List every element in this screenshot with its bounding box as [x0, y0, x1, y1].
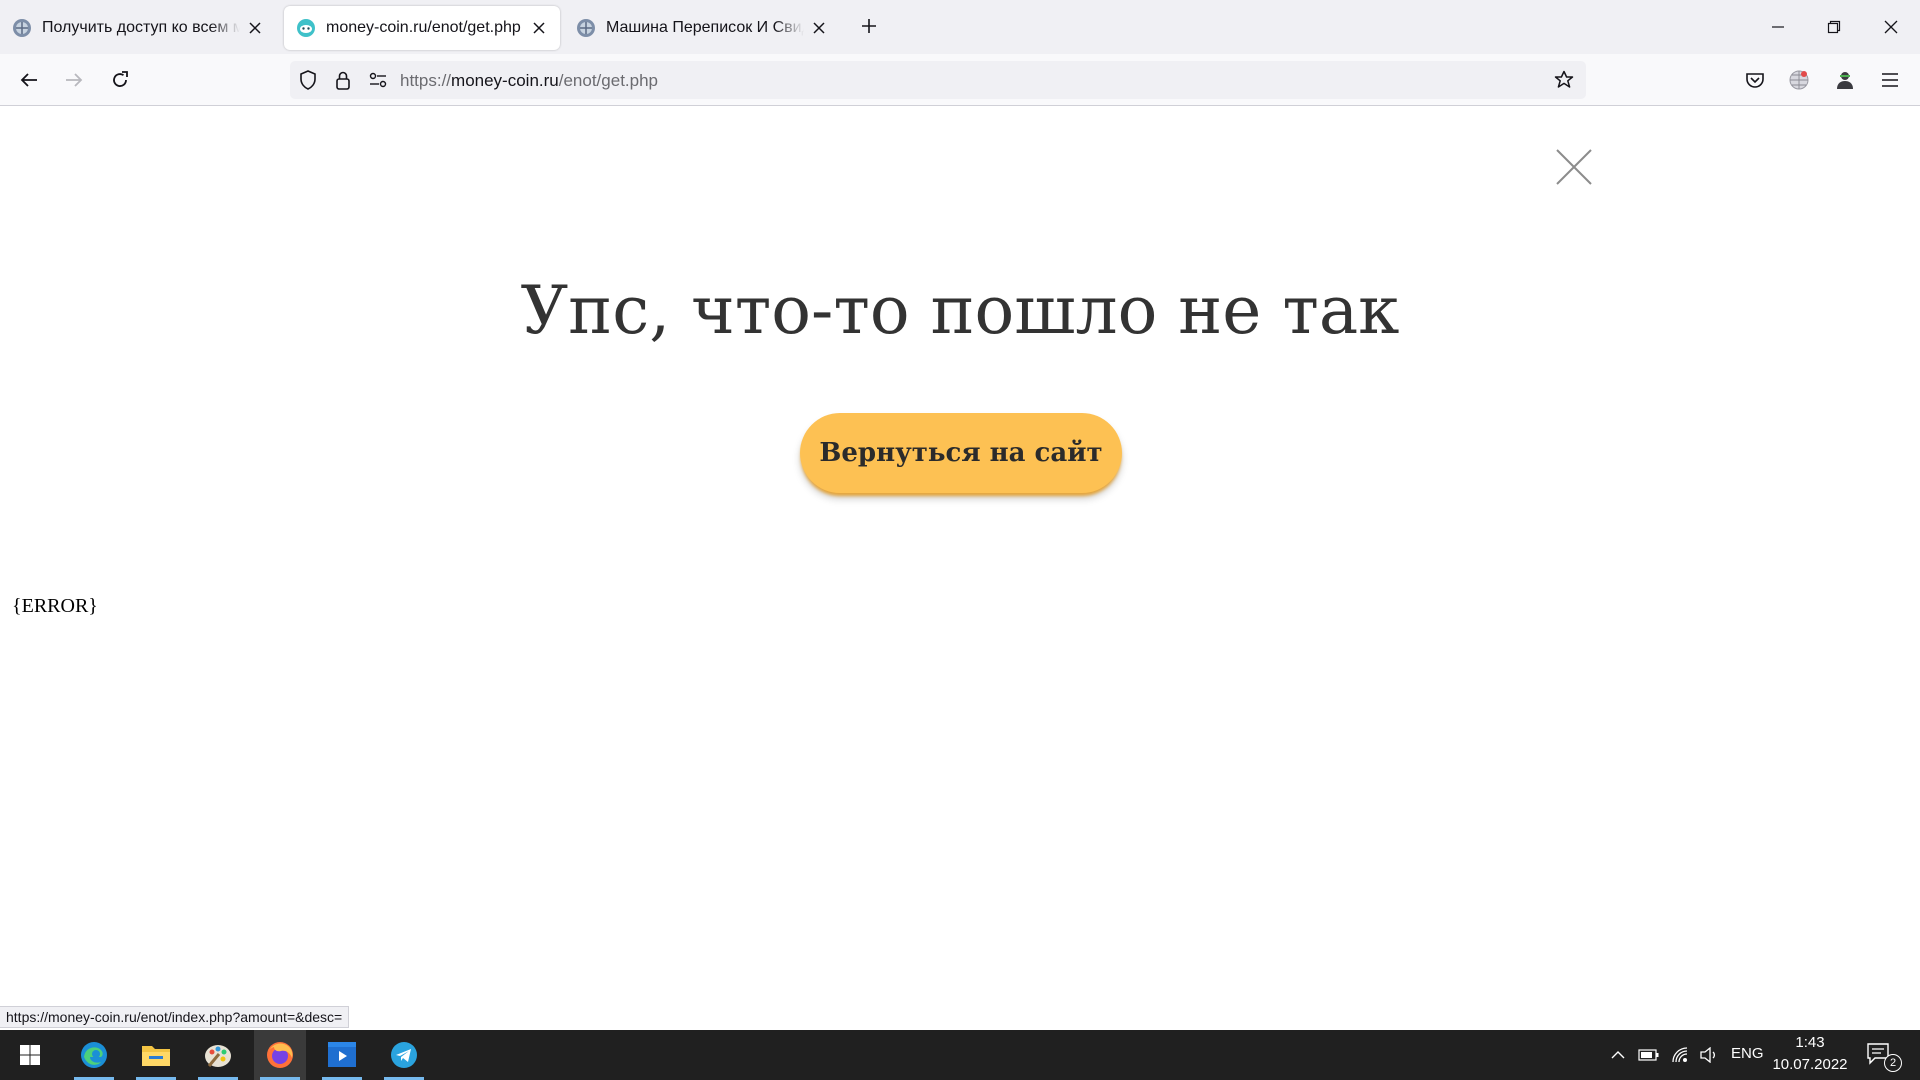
wifi-icon — [1672, 1047, 1688, 1063]
start-icon — [20, 1045, 40, 1065]
notification-count-badge: 2 — [1884, 1054, 1902, 1072]
navigation-toolbar: https://money-coin.ru/enot/get.php — [0, 54, 1920, 106]
volume-tray[interactable] — [1697, 1043, 1721, 1067]
url-scheme: https:// — [400, 71, 452, 90]
plus-icon — [862, 19, 876, 33]
profile-button[interactable] — [1829, 64, 1861, 96]
tab-0[interactable]: Получить доступ ко всем мате — [0, 6, 276, 50]
windows-taskbar: ENG 1:43 10.07.2022 2 — [0, 1030, 1920, 1080]
taskbar-edge[interactable] — [68, 1030, 120, 1080]
close-tab-icon[interactable] — [530, 19, 548, 37]
enot-favicon-icon — [297, 19, 315, 37]
tab-title: Машина Переписок И Свидан — [606, 19, 804, 36]
forward-arrow-icon — [66, 73, 83, 87]
permissions-icon[interactable] — [368, 70, 388, 90]
page-content: Упс, что-то пошло не так Вернуться на са… — [0, 107, 1920, 1030]
taskbar-file-explorer[interactable] — [130, 1030, 182, 1080]
chevron-up-icon — [1611, 1051, 1625, 1059]
tab-1[interactable]: money-coin.ru/enot/get.php — [284, 6, 560, 50]
url-host: money-coin.ru — [451, 71, 559, 90]
app-menu-button[interactable] — [1874, 64, 1906, 96]
reload-button[interactable] — [104, 64, 136, 96]
lock-icon[interactable] — [333, 70, 353, 90]
paint-icon — [205, 1045, 231, 1067]
battery-icon — [1638, 1049, 1659, 1061]
clock-date[interactable]: 10.07.2022 — [1770, 1056, 1850, 1073]
minimize-button[interactable] — [1761, 10, 1795, 44]
close-icon — [1884, 20, 1898, 34]
error-placeholder-text: {ERROR} — [12, 595, 98, 617]
clock-time[interactable]: 1:43 — [1780, 1034, 1840, 1051]
bookmark-star-icon[interactable] — [1554, 70, 1574, 90]
tab-2[interactable]: Машина Переписок И Свидан — [564, 6, 840, 50]
show-hidden-icons-button[interactable] — [1607, 1043, 1629, 1067]
close-window-button[interactable] — [1874, 10, 1908, 44]
url-text[interactable]: https://money-coin.ru/enot/get.php — [400, 71, 658, 91]
pocket-button[interactable] — [1739, 64, 1771, 96]
taskbar-telegram[interactable] — [378, 1030, 430, 1080]
file-explorer-icon — [142, 1046, 170, 1066]
status-bar-link: https://money-coin.ru/enot/index.php?amo… — [0, 1006, 350, 1028]
telegram-icon — [391, 1042, 417, 1068]
network-tray[interactable] — [1668, 1043, 1692, 1067]
shield-icon[interactable] — [298, 70, 318, 90]
back-arrow-icon — [20, 73, 37, 87]
taskbar-media-player[interactable] — [316, 1030, 368, 1080]
tab-title: Получить доступ ко всем мате — [42, 19, 240, 36]
address-bar[interactable]: https://money-coin.ru/enot/get.php — [290, 61, 1586, 99]
close-tab-icon[interactable] — [810, 19, 828, 37]
close-tab-icon[interactable] — [246, 19, 264, 37]
back-button[interactable] — [13, 64, 45, 96]
url-path: /enot/get.php — [558, 71, 659, 90]
restore-icon — [1827, 20, 1841, 34]
restore-button[interactable] — [1817, 10, 1851, 44]
taskbar-firefox[interactable] — [254, 1030, 306, 1080]
language-indicator[interactable]: ENG — [1731, 1045, 1764, 1062]
error-heading: Упс, что-то пошло не так — [520, 272, 1400, 349]
tab-strip: Получить доступ ко всем мате money-coin.… — [0, 0, 1920, 54]
extension-button[interactable] — [1783, 64, 1815, 96]
close-page-icon[interactable] — [1554, 147, 1594, 187]
reload-icon — [113, 71, 128, 87]
edge-icon — [81, 1042, 107, 1068]
globe-favicon-icon — [13, 19, 31, 37]
media-player-icon — [328, 1042, 356, 1067]
tab-title: money-coin.ru/enot/get.php — [326, 19, 521, 36]
speaker-icon — [1700, 1047, 1715, 1063]
start-button[interactable] — [4, 1030, 56, 1080]
menu-icon — [1882, 73, 1898, 87]
profile-icon — [1837, 72, 1853, 89]
globe-favicon-icon — [577, 19, 595, 37]
new-tab-button[interactable] — [857, 14, 881, 38]
return-to-site-button[interactable]: Вернуться на сайт — [800, 413, 1122, 493]
pocket-icon — [1746, 73, 1764, 88]
extension-icon — [1789, 70, 1809, 90]
minimize-icon — [1772, 26, 1784, 28]
firefox-icon — [267, 1042, 293, 1068]
taskbar-paint[interactable] — [192, 1030, 244, 1080]
battery-tray[interactable] — [1636, 1043, 1662, 1067]
forward-button[interactable] — [58, 64, 90, 96]
